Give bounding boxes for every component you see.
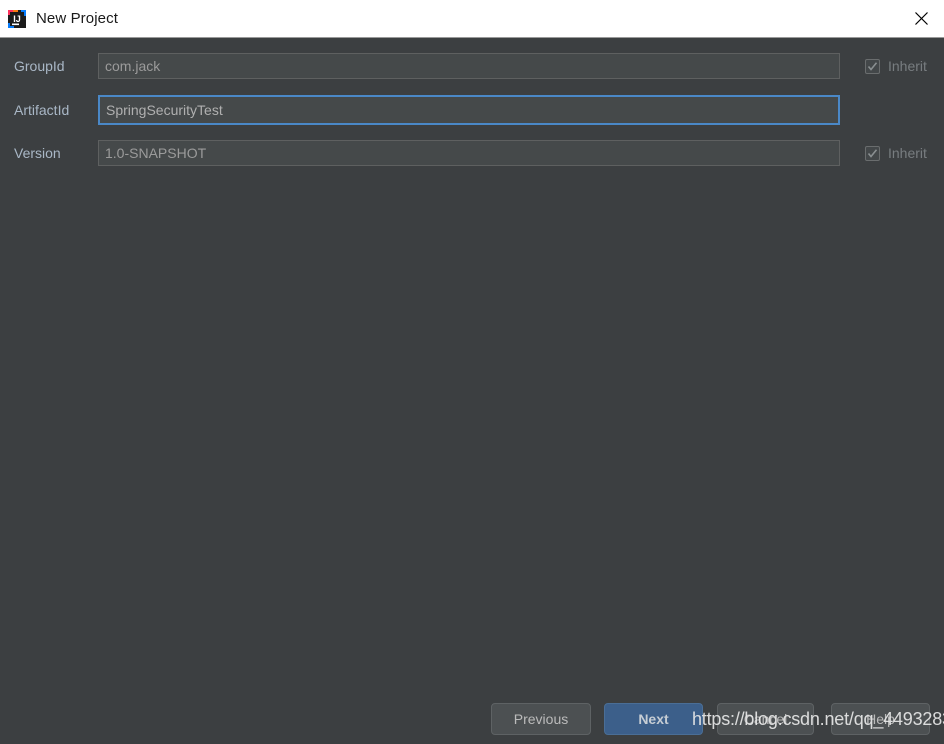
form-row-version: Version 1.0-SNAPSHOT Inherit xyxy=(0,139,944,167)
watermark-url: https://blog.csdn.net/qq_44932835 xyxy=(692,709,944,729)
window-title: New Project xyxy=(36,10,118,27)
previous-button[interactable]: Previous xyxy=(491,703,591,735)
artifactid-input[interactable]: SpringSecurityTest xyxy=(98,95,840,125)
groupid-label: GroupId xyxy=(14,58,65,74)
new-project-dialog: IJ New Project GroupId com.jack Inherit … xyxy=(0,0,944,744)
form-row-artifactid: ArtifactId SpringSecurityTest xyxy=(0,95,944,125)
artifactid-label: ArtifactId xyxy=(14,102,70,118)
close-icon[interactable] xyxy=(898,0,944,37)
checkmark-icon xyxy=(865,58,880,74)
svg-text:IJ: IJ xyxy=(13,14,21,24)
title-bar: IJ New Project xyxy=(0,0,944,38)
form-row-groupid: GroupId com.jack Inherit xyxy=(0,52,944,80)
checkmark-icon xyxy=(865,145,880,161)
intellij-idea-icon: IJ xyxy=(7,9,27,29)
version-inherit-checkbox[interactable]: Inherit xyxy=(865,145,927,161)
groupid-input[interactable]: com.jack xyxy=(98,53,840,79)
version-label: Version xyxy=(14,145,61,161)
next-button[interactable]: Next xyxy=(604,703,703,735)
groupid-inherit-checkbox[interactable]: Inherit xyxy=(865,58,927,74)
groupid-inherit-label: Inherit xyxy=(888,58,927,74)
version-input[interactable]: 1.0-SNAPSHOT xyxy=(98,140,840,166)
version-inherit-label: Inherit xyxy=(888,145,927,161)
